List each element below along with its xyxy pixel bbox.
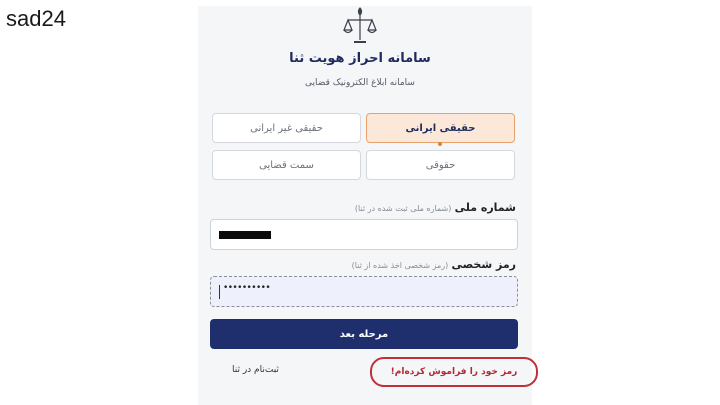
text-cursor xyxy=(219,285,220,299)
password-mask: •••••••••• xyxy=(223,283,271,293)
corner-label: sad24 xyxy=(6,6,66,31)
password-label-text: رمز شخصی xyxy=(451,258,516,271)
password-hint: (رمز شخصی اخذ شده از ثنا) xyxy=(351,261,449,270)
forgot-password-link[interactable]: رمز خود را فراموش کرده‌ام! xyxy=(372,359,536,385)
tab-judicial-position[interactable]: سمت قضایی xyxy=(212,150,361,180)
national-id-label-text: شماره ملی xyxy=(454,201,516,214)
national-id-input[interactable] xyxy=(210,219,518,250)
tab-legal-entity[interactable]: حقوقی xyxy=(366,150,515,180)
page-title: سامانه احراز هویت ثنا xyxy=(289,51,431,66)
tab-non-iranian-natural-person[interactable]: حقیقی غیر ایرانی xyxy=(212,113,361,143)
national-id-label: شماره ملی (شماره ملی ثبت شده در ثنا) xyxy=(355,201,516,214)
tab-iranian-natural-person[interactable]: حقیقی ایرانی xyxy=(366,113,515,143)
register-link[interactable]: ثبت‌نام در ثنا xyxy=(232,365,279,375)
page-subtitle: سامانه ابلاغ الکترونیک قضایی xyxy=(305,78,415,88)
next-step-button[interactable]: مرحله بعد xyxy=(210,319,518,349)
forgot-password-highlight: رمز خود را فراموش کرده‌ام! xyxy=(370,357,538,387)
national-id-hint: (شماره ملی ثبت شده در ثنا) xyxy=(354,204,452,213)
scales-of-justice-icon xyxy=(343,7,377,43)
password-input[interactable]: •••••••••• xyxy=(210,276,518,307)
password-label: رمز شخصی (رمز شخصی اخذ شده از ثنا) xyxy=(352,258,516,271)
redacted-value xyxy=(219,231,271,239)
active-tab-indicator xyxy=(438,142,442,146)
